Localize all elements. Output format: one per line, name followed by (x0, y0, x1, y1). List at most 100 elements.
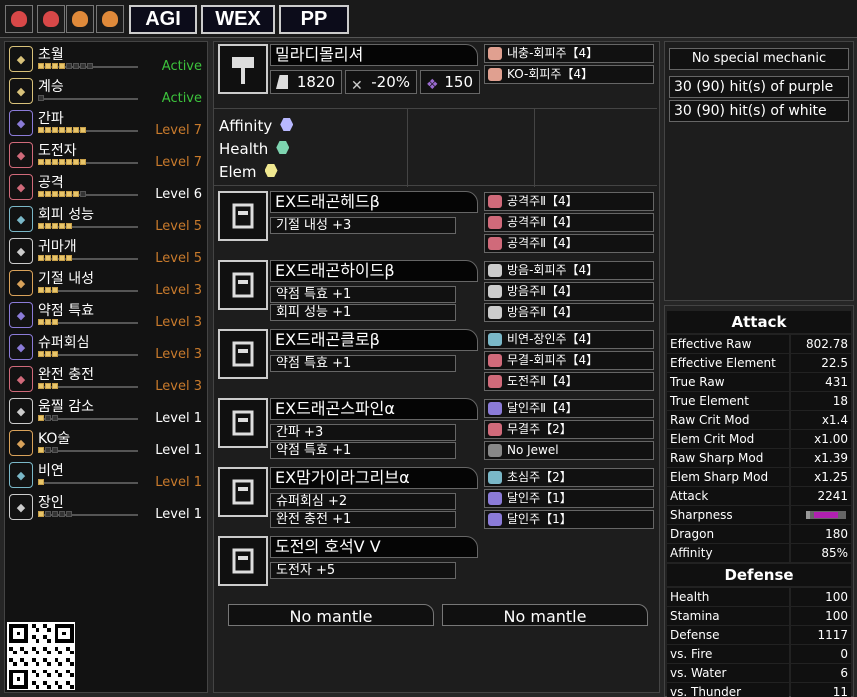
armor-jewel-slot[interactable]: 방음-회피주【4】 (484, 261, 654, 280)
armor-piece[interactable]: EX맘가이라그리브α 슈퍼회심 +2 완전 충전 +1 (218, 467, 480, 528)
armor-skill: 완전 충전 +1 (270, 511, 456, 528)
pp-button[interactable]: PP (279, 5, 349, 34)
skill-icon: ◆ (9, 494, 33, 520)
skill-row[interactable]: ◆ 초월 Active (7, 44, 206, 75)
skill-pip (52, 255, 58, 261)
armor-jewel-slot[interactable]: 도전주Ⅱ【4】 (484, 372, 654, 391)
armor-piece[interactable]: EX드래곤클로β 약점 특효 +1 (218, 329, 480, 381)
armor-jewel-slot[interactable]: 방음주Ⅱ【4】 (484, 282, 654, 301)
skill-icon: ◆ (9, 46, 33, 72)
weapon-piece[interactable]: 밀라디몰리셔 1820 ✕ -20% ❖ 150 (218, 44, 480, 96)
skill-pip (38, 191, 44, 197)
qr-module (35, 650, 40, 655)
armor-piece[interactable]: EX드래곤헤드β 기절 내성 +3 (218, 191, 480, 243)
skill-name: 움찔 감소 (38, 399, 94, 415)
armor-piece[interactable]: EX드래곤하이드β 약점 특효 +1 회피 성능 +1 (218, 260, 480, 321)
armor-jewel-slot[interactable]: No Jewel (484, 441, 654, 460)
wex-button[interactable]: WEX (201, 5, 275, 34)
skill-name: 슈퍼회심 (38, 335, 90, 351)
attack-value: 1820 (296, 73, 335, 91)
skill-pip (52, 63, 58, 69)
weapon-jewel-slot[interactable]: KO-회피주【4】 (484, 65, 654, 84)
qr-module (62, 631, 66, 636)
skill-pip (52, 383, 58, 389)
element-value: 150 (444, 73, 473, 91)
armor-piece[interactable]: 도전의 호석Ⅴ Ⅴ 도전자 +5 (218, 536, 480, 588)
qr-module (35, 627, 40, 632)
armor-name: EX드래곤클로β (270, 329, 478, 351)
qr-module (35, 684, 40, 689)
armor-piece[interactable]: EX드래곤스파인α 간파 +3 약점 특효 +1 (218, 398, 480, 459)
stat-value: 85% (791, 544, 851, 562)
skill-pip (45, 159, 51, 165)
qr-module (47, 650, 51, 655)
armor-jewel-slot[interactable]: 초심주【2】 (484, 468, 654, 487)
jewel-name: 공격주Ⅱ【4】 (507, 236, 578, 250)
slot-icon-4[interactable] (96, 5, 124, 33)
skill-pip (45, 223, 51, 229)
skill-level: Level 3 (155, 379, 202, 394)
armor-jewel-slot[interactable]: 방음주Ⅱ【4】 (484, 303, 654, 322)
armor-jewel-slot[interactable]: 공격주Ⅱ【4】 (484, 192, 654, 211)
qr-module (47, 684, 51, 689)
skill-row[interactable]: ◆ 슈퍼회심 Level 3 (7, 332, 206, 363)
armor-name: EX드래곤하이드β (270, 260, 478, 282)
skill-row[interactable]: ◆ 약점 특효 Level 3 (7, 300, 206, 331)
slot-icon-1[interactable] (5, 5, 33, 33)
slot-icon-3[interactable] (66, 5, 94, 33)
armor-skill: 회피 성능 +1 (270, 304, 456, 321)
agi-button[interactable]: AGI (129, 5, 197, 34)
jewel-icon (488, 47, 502, 60)
armor-jewel-slot[interactable]: 무결-회피주【4】 (484, 351, 654, 370)
armor-jewel-slot[interactable]: 달인주Ⅱ【4】 (484, 399, 654, 418)
weapon-affinity: ✕ -20% (345, 70, 417, 94)
armor-jewel-slot[interactable]: 공격주Ⅱ【4】 (484, 234, 654, 253)
skill-pip (59, 223, 65, 229)
skill-pip (80, 63, 86, 69)
weapon-jewel-slot[interactable]: 내충-회피주【4】 (484, 44, 654, 63)
skill-row[interactable]: ◆ 완전 충전 Level 3 (7, 364, 206, 395)
skill-row[interactable]: ◆ 간파 Level 7 (7, 108, 206, 139)
skill-row[interactable]: ◆ KO술 Level 1 (7, 428, 206, 459)
skill-pip (38, 415, 44, 421)
armor-jewel-slot[interactable]: 무결주【2】 (484, 420, 654, 439)
skill-row[interactable]: ◆ 비연 Level 1 (7, 460, 206, 491)
skill-icon: ◆ (9, 302, 33, 328)
sharpness-fill (814, 512, 838, 518)
skill-pips (38, 95, 44, 101)
skill-level: Level 3 (155, 315, 202, 330)
charm-icon (218, 536, 268, 586)
skill-row[interactable]: ◆ 움찔 감소 Level 1 (7, 396, 206, 427)
mantle-1[interactable]: No mantle (228, 604, 434, 626)
slot-icon-2[interactable] (37, 5, 65, 33)
skill-row[interactable]: ◆ 계승 Active (7, 76, 206, 107)
armor-skill: 간파 +3 (270, 424, 456, 441)
armor-jewel-slot[interactable]: 공격주Ⅱ【4】 (484, 213, 654, 232)
skill-pip (66, 191, 72, 197)
qr-code[interactable] (7, 622, 75, 690)
skill-level: Level 1 (155, 411, 202, 426)
skill-pip (52, 287, 58, 293)
jewel-name: 무결주【2】 (507, 422, 572, 436)
qr-module (16, 677, 21, 681)
skill-row[interactable]: ◆ 도전자 Level 7 (7, 140, 206, 171)
skill-row[interactable]: ◆ 공격 Level 6 (7, 172, 206, 203)
jewel-icon (488, 68, 502, 81)
mantle-2[interactable]: No mantle (442, 604, 648, 626)
qr-module (12, 662, 17, 666)
armor-jewel-slot[interactable]: 달인주【1】 (484, 489, 654, 508)
skill-row[interactable]: ◆ 귀마개 Level 5 (7, 236, 206, 267)
skill-row[interactable]: ◆ 기절 내성 Level 3 (7, 268, 206, 299)
skill-row[interactable]: ◆ 회피 성능 Level 5 (7, 204, 206, 235)
skill-pip (45, 447, 51, 453)
skill-pip (59, 159, 65, 165)
skill-row[interactable]: ◆ 장인 Level 1 (7, 492, 206, 523)
skill-pip (59, 63, 65, 69)
skill-pips (38, 447, 58, 453)
app-window: AGI WEX PP ◆ 초월 Active ◆ 계승 Active ◆ 간파 Level 7 ◆… (0, 0, 857, 697)
skill-icon: ◆ (9, 78, 33, 104)
skill-pips (38, 63, 93, 69)
armor-name: EX맘가이라그리브α (270, 467, 478, 489)
armor-jewel-slot[interactable]: 비연-장인주【4】 (484, 330, 654, 349)
armor-jewel-slot[interactable]: 달인주【1】 (484, 510, 654, 529)
